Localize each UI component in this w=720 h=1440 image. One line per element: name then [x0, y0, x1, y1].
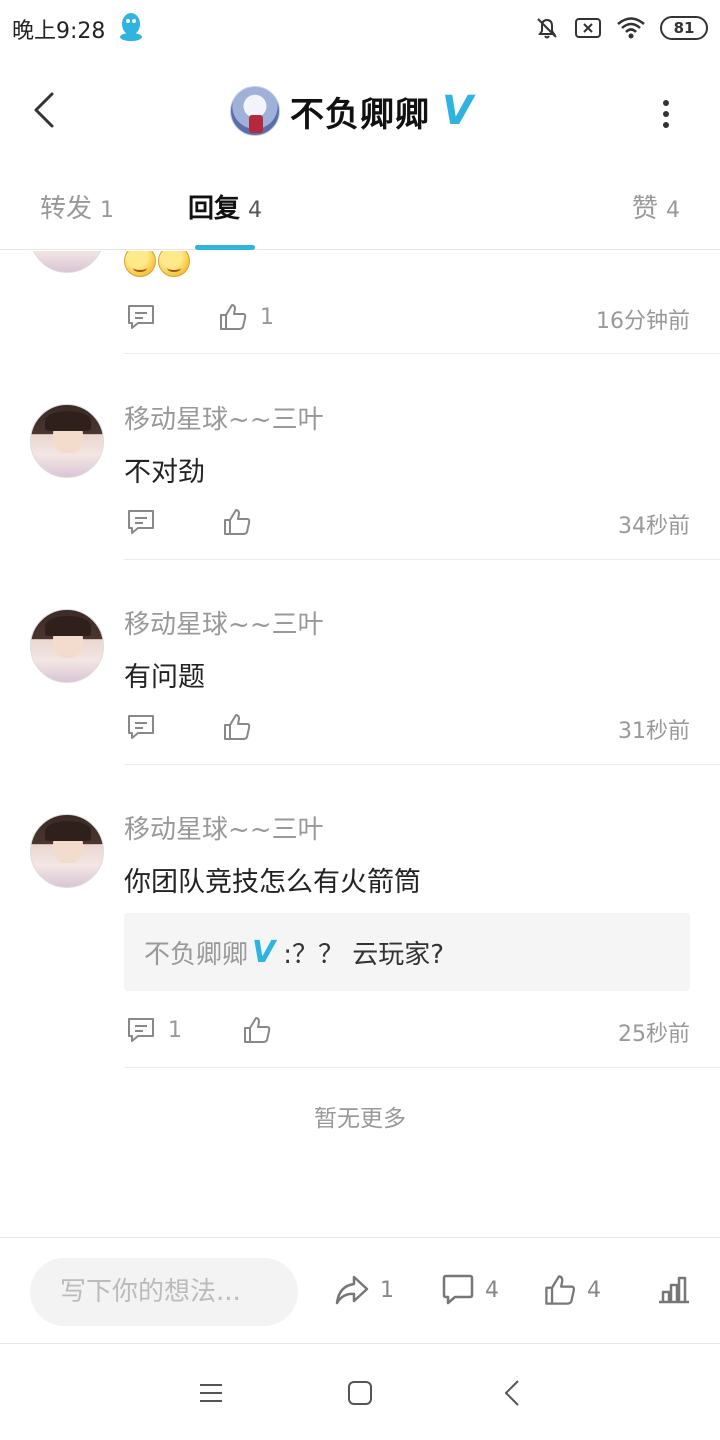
- smirk-emoji-icon: [158, 251, 190, 277]
- header-title-group[interactable]: 不负卿卿 V: [230, 86, 473, 136]
- comment-username[interactable]: 移动星球~~三叶: [124, 809, 324, 846]
- like-button[interactable]: [222, 504, 264, 540]
- avatar[interactable]: [30, 814, 104, 888]
- back-icon: [34, 92, 54, 128]
- comment-time: 16分钟前: [596, 309, 690, 334]
- share-button[interactable]: 1: [334, 1268, 394, 1312]
- tab-reply[interactable]: 回复 4: [188, 188, 262, 228]
- avatar[interactable]: [30, 404, 104, 478]
- like-count: 4: [587, 1277, 601, 1303]
- bottom-action-bar: 1 4 4: [0, 1237, 720, 1344]
- comment-count: 4: [485, 1277, 499, 1303]
- reply-count: 1: [168, 1017, 182, 1043]
- comment-list: 1 16分钟前 移动星球~~三叶 不对劲 34秒前 移动星球~~三叶 有问题 3…: [0, 251, 720, 1236]
- comment-time: 25秒前: [618, 1022, 690, 1047]
- divider: [124, 764, 720, 765]
- status-time: 晚上9:28: [12, 19, 106, 44]
- header: 不负卿卿 V: [0, 72, 720, 152]
- tab-count: 4: [666, 198, 681, 223]
- comment-button[interactable]: 4: [441, 1268, 499, 1312]
- reply-button[interactable]: [126, 709, 168, 745]
- comment-icon: [128, 1018, 154, 1042]
- comment-username[interactable]: 移动星球~~三叶: [124, 604, 324, 641]
- reply-button[interactable]: 1: [126, 1012, 182, 1048]
- comment-actions: 31秒前: [124, 709, 690, 745]
- comment-bubble-icon: [442, 1274, 474, 1305]
- stats-button[interactable]: [656, 1268, 692, 1312]
- thumbs-up-icon: [220, 304, 247, 330]
- page-title: 不负卿卿: [290, 94, 430, 135]
- comment-icon: [128, 715, 154, 739]
- bell-muted-icon: [537, 18, 557, 39]
- back-triangle-icon: [505, 1380, 519, 1406]
- home-nav-button[interactable]: [340, 1375, 380, 1411]
- comment-actions: 1 25秒前: [124, 1012, 690, 1048]
- verified-badge: V: [252, 934, 276, 970]
- battery-icon: 81: [660, 16, 708, 40]
- avatar[interactable]: [230, 86, 280, 136]
- divider: [124, 353, 720, 354]
- more-icon: [663, 100, 669, 106]
- share-icon: [335, 1275, 369, 1305]
- like-count: 1: [260, 304, 274, 330]
- like-button[interactable]: 1: [218, 299, 274, 335]
- menu-icon: [200, 1384, 222, 1402]
- reply-button[interactable]: [126, 299, 168, 335]
- tab-bar: 转发 1 回复 4 赞 4: [0, 170, 720, 250]
- share-count: 1: [380, 1277, 394, 1303]
- avatar[interactable]: [30, 609, 104, 683]
- comment-content: 有问题: [124, 662, 205, 693]
- qq-icon: [120, 13, 142, 41]
- comment-actions: 34秒前: [124, 504, 690, 540]
- divider: [124, 1067, 720, 1068]
- like-button[interactable]: 4: [543, 1268, 601, 1312]
- status-bar: 晚上9:28 81: [0, 0, 720, 56]
- no-more-label: 暂无更多: [314, 1106, 406, 1132]
- quoted-reply[interactable]: 不负卿卿 V :？？ 云玩家?: [124, 913, 690, 991]
- menu-nav-button[interactable]: [191, 1375, 231, 1411]
- comment-icon: [128, 305, 154, 329]
- like-button[interactable]: [242, 1012, 284, 1048]
- tab-label: 赞: [632, 194, 659, 224]
- tab-count: 1: [100, 198, 115, 223]
- verified-badge: V: [442, 88, 473, 134]
- avatar[interactable]: [30, 251, 104, 273]
- comment-icon: [128, 510, 154, 534]
- bar-chart-icon: [659, 1276, 689, 1304]
- comment-time: 34秒前: [618, 514, 690, 539]
- sim-x-icon: [575, 18, 601, 38]
- status-icons: 81: [534, 14, 708, 42]
- back-nav-button[interactable]: [492, 1375, 532, 1411]
- divider: [124, 559, 720, 560]
- more-button[interactable]: [656, 94, 676, 134]
- comment-username[interactable]: 移动星球~~三叶: [124, 399, 324, 436]
- thumbs-up-icon: [224, 509, 251, 535]
- back-button[interactable]: [24, 88, 64, 132]
- comment-input-wrapper[interactable]: [30, 1258, 298, 1326]
- comment-input[interactable]: [60, 1277, 280, 1307]
- tab-label: 回复: [188, 194, 241, 224]
- thumbs-up-icon: [244, 1017, 271, 1043]
- thumbs-up-icon: [224, 714, 251, 740]
- tab-count: 4: [248, 198, 263, 223]
- like-button[interactable]: [222, 709, 264, 745]
- smirk-emoji-icon: [124, 251, 156, 277]
- home-square-icon: [348, 1381, 372, 1405]
- thumbs-up-icon: [545, 1275, 576, 1305]
- emoji-row: [124, 251, 192, 281]
- comment-content: 不对劲: [124, 457, 205, 488]
- comment-time: 31秒前: [618, 719, 690, 744]
- quote-text: :？？ 云玩家?: [283, 939, 445, 970]
- tab-likes[interactable]: 赞 4: [632, 188, 680, 228]
- comment-content: 你团队竞技怎么有火箭筒: [124, 867, 421, 898]
- quote-author[interactable]: 不负卿卿: [144, 934, 248, 971]
- comment-actions: 1 16分钟前: [124, 299, 690, 335]
- tab-repost[interactable]: 转发 1: [40, 188, 114, 228]
- reply-button[interactable]: [126, 504, 168, 540]
- wifi-icon: [617, 17, 645, 39]
- tab-active-indicator: [195, 245, 255, 250]
- system-nav-bar: [0, 1345, 720, 1440]
- tab-label: 转发: [40, 194, 93, 224]
